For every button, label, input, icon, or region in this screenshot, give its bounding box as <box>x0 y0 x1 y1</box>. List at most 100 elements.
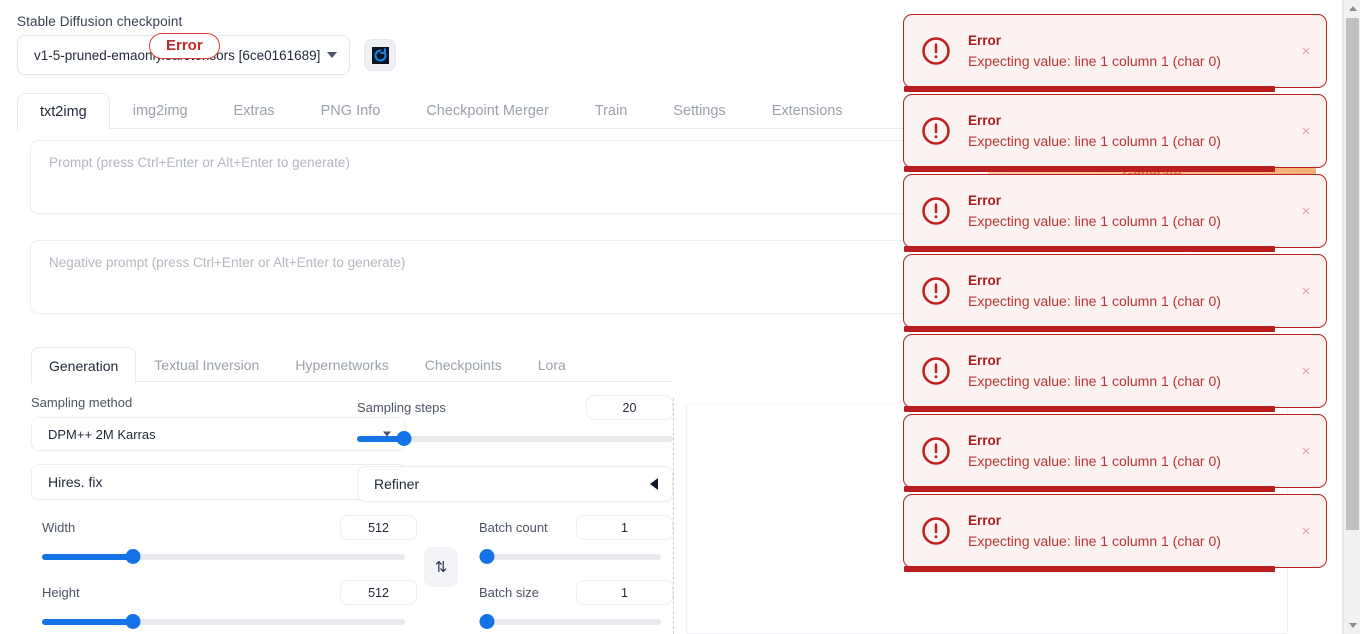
toast-close-button[interactable]: × <box>1286 524 1326 539</box>
toast-progress-bar <box>904 86 1276 92</box>
width-input[interactable]: 512 <box>340 515 417 540</box>
slider-track <box>479 554 661 560</box>
sampling-steps-input[interactable]: 20 <box>586 395 673 420</box>
toast-progress-bar <box>904 486 1276 492</box>
tab-lora[interactable]: Lora <box>520 347 584 381</box>
toast-title: Error <box>968 352 1002 368</box>
sampling-method-select[interactable]: DPM++ 2M Karras <box>31 417 406 451</box>
chevron-down-icon <box>327 52 337 58</box>
toast-title: Error <box>968 32 1002 48</box>
toast-message: Expecting value: line 1 column 1 (char 0… <box>968 292 1221 309</box>
page-scroll-area: Stable Diffusion checkpoint v1-5-pruned-… <box>0 0 1343 634</box>
height-input[interactable]: 512 <box>340 580 417 605</box>
batch-count-input[interactable]: 1 <box>576 515 673 540</box>
toast-message: Expecting value: line 1 column 1 (char 0… <box>968 452 1221 469</box>
toast-message: Expecting value: line 1 column 1 (char 0… <box>968 372 1221 389</box>
slider-fill <box>42 619 133 625</box>
refresh-checkpoints-button[interactable] <box>364 39 396 71</box>
tab-hypernetworks[interactable]: Hypernetworks <box>277 347 406 381</box>
toast-message: Expecting value: line 1 column 1 (char 0… <box>968 212 1221 229</box>
refiner-accordion[interactable]: Refiner <box>357 466 673 502</box>
slider-thumb[interactable] <box>125 549 141 564</box>
tab-extensions[interactable]: Extensions <box>749 93 866 128</box>
toast-progress-bar <box>904 566 1276 572</box>
checkpoint-label: Stable Diffusion checkpoint <box>17 14 183 29</box>
error-circle-icon <box>904 516 968 546</box>
tab-checkpoint-merger[interactable]: Checkpoint Merger <box>403 93 572 128</box>
checkpoint-row: Stable Diffusion checkpoint v1-5-pruned-… <box>17 14 437 75</box>
scrollbar-thumb[interactable] <box>1346 18 1359 530</box>
hires-fix-label: Hires. fix <box>48 474 103 490</box>
tab-train[interactable]: Train <box>572 93 651 128</box>
tab-generation[interactable]: Generation <box>31 347 137 383</box>
width-slider[interactable] <box>42 549 405 564</box>
error-circle-icon <box>904 116 968 146</box>
tab-png-info[interactable]: PNG Info <box>298 93 404 128</box>
slider-thumb[interactable] <box>125 614 141 629</box>
toast-close-button[interactable]: × <box>1286 44 1326 59</box>
tab-img2img[interactable]: img2img <box>110 93 211 128</box>
toast-error[interactable]: Error Expecting value: line 1 column 1 (… <box>903 14 1327 92</box>
toast-message: Expecting value: line 1 column 1 (char 0… <box>968 52 1221 69</box>
tab-checkpoints[interactable]: Checkpoints <box>407 347 520 381</box>
batch-size-slider[interactable] <box>479 614 661 629</box>
toast-error[interactable]: Error Expecting value: line 1 column 1 (… <box>903 94 1327 172</box>
slider-track <box>479 619 661 625</box>
slider-thumb[interactable] <box>479 549 495 564</box>
scroll-up-arrow-icon[interactable] <box>1344 0 1360 17</box>
toast-close-button[interactable]: × <box>1286 284 1326 299</box>
toast-message: Expecting value: line 1 column 1 (char 0… <box>968 532 1221 549</box>
toast-progress-bar <box>904 326 1276 332</box>
chevron-left-icon <box>650 478 658 490</box>
batch-count-label: Batch count <box>479 519 548 535</box>
toast-progress-bar <box>904 166 1276 172</box>
toast-error[interactable]: Error Expecting value: line 1 column 1 (… <box>903 174 1327 252</box>
secondary-tab-bar: Generation Textual Inversion Hypernetwor… <box>31 347 673 383</box>
batch-count-slider[interactable] <box>479 549 661 564</box>
toast-close-button[interactable]: × <box>1286 364 1326 379</box>
tab-txt2img[interactable]: txt2img <box>17 93 110 130</box>
toast-error[interactable]: Error Expecting value: line 1 column 1 (… <box>903 414 1327 492</box>
height-slider[interactable] <box>42 614 405 629</box>
slider-thumb[interactable] <box>479 614 495 629</box>
error-badge: Error <box>149 33 220 59</box>
toast-progress-bar <box>904 246 1276 252</box>
toast-close-button[interactable]: × <box>1286 124 1326 139</box>
batch-size-label: Batch size <box>479 584 539 600</box>
toast-title: Error <box>968 192 1002 208</box>
sampling-steps-slider[interactable] <box>357 431 673 446</box>
width-label: Width <box>42 519 76 535</box>
vertical-scrollbar[interactable] <box>1343 0 1360 634</box>
generation-settings-panel: Sampling method DPM++ 2M Karras Hires. f… <box>31 395 673 634</box>
toast-close-button[interactable]: × <box>1286 444 1326 459</box>
slider-thumb[interactable] <box>396 431 412 446</box>
slider-fill <box>42 554 133 560</box>
toast-title: Error <box>968 112 1002 128</box>
error-circle-icon <box>904 276 968 306</box>
tab-settings[interactable]: Settings <box>650 93 748 128</box>
batch-size-input[interactable]: 1 <box>576 580 673 605</box>
toast-close-button[interactable]: × <box>1286 204 1326 219</box>
toast-error[interactable]: Error Expecting value: line 1 column 1 (… <box>903 254 1327 332</box>
height-label: Height <box>42 584 80 600</box>
toast-title: Error <box>968 432 1002 448</box>
swap-dimensions-icon: ⇅ <box>434 559 448 576</box>
error-circle-icon <box>904 36 968 66</box>
tab-textual-inversion[interactable]: Textual Inversion <box>136 347 277 381</box>
refresh-icon <box>371 46 389 64</box>
stable-diffusion-webui: Stable Diffusion checkpoint v1-5-pruned-… <box>0 0 1360 634</box>
sampling-method-label: Sampling method <box>31 395 133 410</box>
swap-dimensions-button[interactable]: ⇅ <box>424 547 458 587</box>
refiner-label: Refiner <box>374 476 420 492</box>
sampling-steps-label: Sampling steps <box>357 399 446 415</box>
tab-extras[interactable]: Extras <box>211 93 298 128</box>
sampling-method-value: DPM++ 2M Karras <box>48 426 156 442</box>
hires-fix-accordion[interactable]: Hires. fix <box>31 464 406 500</box>
error-circle-icon <box>904 356 968 386</box>
toast-progress-bar <box>904 406 1276 412</box>
scroll-down-arrow-icon[interactable] <box>1344 617 1360 634</box>
toast-title: Error <box>968 272 1002 288</box>
panel-divider <box>673 398 674 634</box>
toast-error[interactable]: Error Expecting value: line 1 column 1 (… <box>903 334 1327 412</box>
toast-error[interactable]: Error Expecting value: line 1 column 1 (… <box>903 494 1327 572</box>
